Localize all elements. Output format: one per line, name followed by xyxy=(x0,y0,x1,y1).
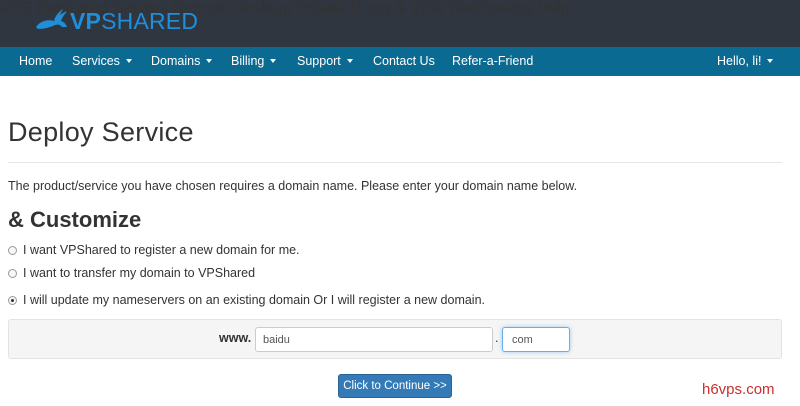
nav-support-label: Support xyxy=(297,54,341,68)
rabbit-logo-icon xyxy=(36,9,67,29)
nav-refer-a-friend-label: Refer-a-Friend xyxy=(452,54,534,68)
option-label: I want VPShared to register a new domain… xyxy=(23,243,300,257)
topnav-help[interactable]: Help xyxy=(537,0,570,17)
title-divider xyxy=(8,162,782,163)
chevron-down-icon xyxy=(346,58,353,63)
user-menu[interactable]: Hello, li! xyxy=(717,47,774,76)
nav-contact-us-label: Contact Us xyxy=(373,54,435,68)
nav-home-label: Home xyxy=(19,54,53,68)
option-register-domain[interactable]: I want VPShared to register a new domain… xyxy=(8,243,300,257)
nav-domains-label: Domains xyxy=(151,54,201,68)
page-title: Deploy Service xyxy=(8,117,194,147)
option-own-domain[interactable]: I will update my nameservers on an exist… xyxy=(8,293,485,307)
chevron-down-icon xyxy=(125,58,132,63)
nav-contact-us[interactable]: Contact Us xyxy=(373,47,435,76)
chevron-down-icon xyxy=(206,58,213,63)
nav-services-label: Services xyxy=(72,54,120,68)
domain-name-input[interactable] xyxy=(255,327,493,352)
chevron-down-icon xyxy=(767,58,774,63)
www-prefix: www. xyxy=(219,331,252,345)
chevron-down-icon xyxy=(270,58,277,63)
main-navigation: Home Services Domains Billing Support Co… xyxy=(0,47,800,76)
brand-name: VPSHARED xyxy=(70,8,199,34)
topnav-vps[interactable]: VPS xyxy=(0,0,32,17)
topnav-private-proxy-vpn[interactable]: Private Proxy & VPN xyxy=(296,0,444,17)
nav-domains[interactable]: Domains xyxy=(151,47,213,76)
option-transfer-domain[interactable]: I want to transfer my domain to VPShared xyxy=(8,266,255,280)
nav-billing[interactable]: Billing xyxy=(231,47,277,76)
nav-refer-a-friend[interactable]: Refer-a-Friend xyxy=(452,47,533,76)
radio-button[interactable] xyxy=(8,268,17,278)
option-label: I want to transfer my domain to VPShared xyxy=(23,266,256,280)
nav-support[interactable]: Support xyxy=(297,47,353,76)
domain-separator: . xyxy=(495,331,499,345)
topnav-webhosting[interactable]: Webhosting xyxy=(448,0,532,17)
section-title: & Customize xyxy=(8,207,142,232)
nav-services[interactable]: Services xyxy=(72,47,132,76)
watermark-text: h6vps.com xyxy=(702,381,775,398)
radio-button[interactable] xyxy=(8,245,17,255)
user-greeting: Hello, li! xyxy=(717,54,762,68)
option-label: I will update my nameservers on an exist… xyxy=(23,293,486,307)
nav-home[interactable]: Home xyxy=(19,47,52,76)
radio-button-selected[interactable] xyxy=(8,295,17,305)
top-header: VPSHARED VPS Dedicated Servers Remote De… xyxy=(0,0,800,47)
nav-billing-label: Billing xyxy=(231,54,265,68)
brand-logo[interactable]: VPSHARED xyxy=(34,6,198,36)
continue-button[interactable]: Click to Continue >> xyxy=(338,374,452,398)
page-description: The product/service you have chosen requ… xyxy=(8,179,578,193)
domain-tld-input[interactable] xyxy=(502,327,570,352)
